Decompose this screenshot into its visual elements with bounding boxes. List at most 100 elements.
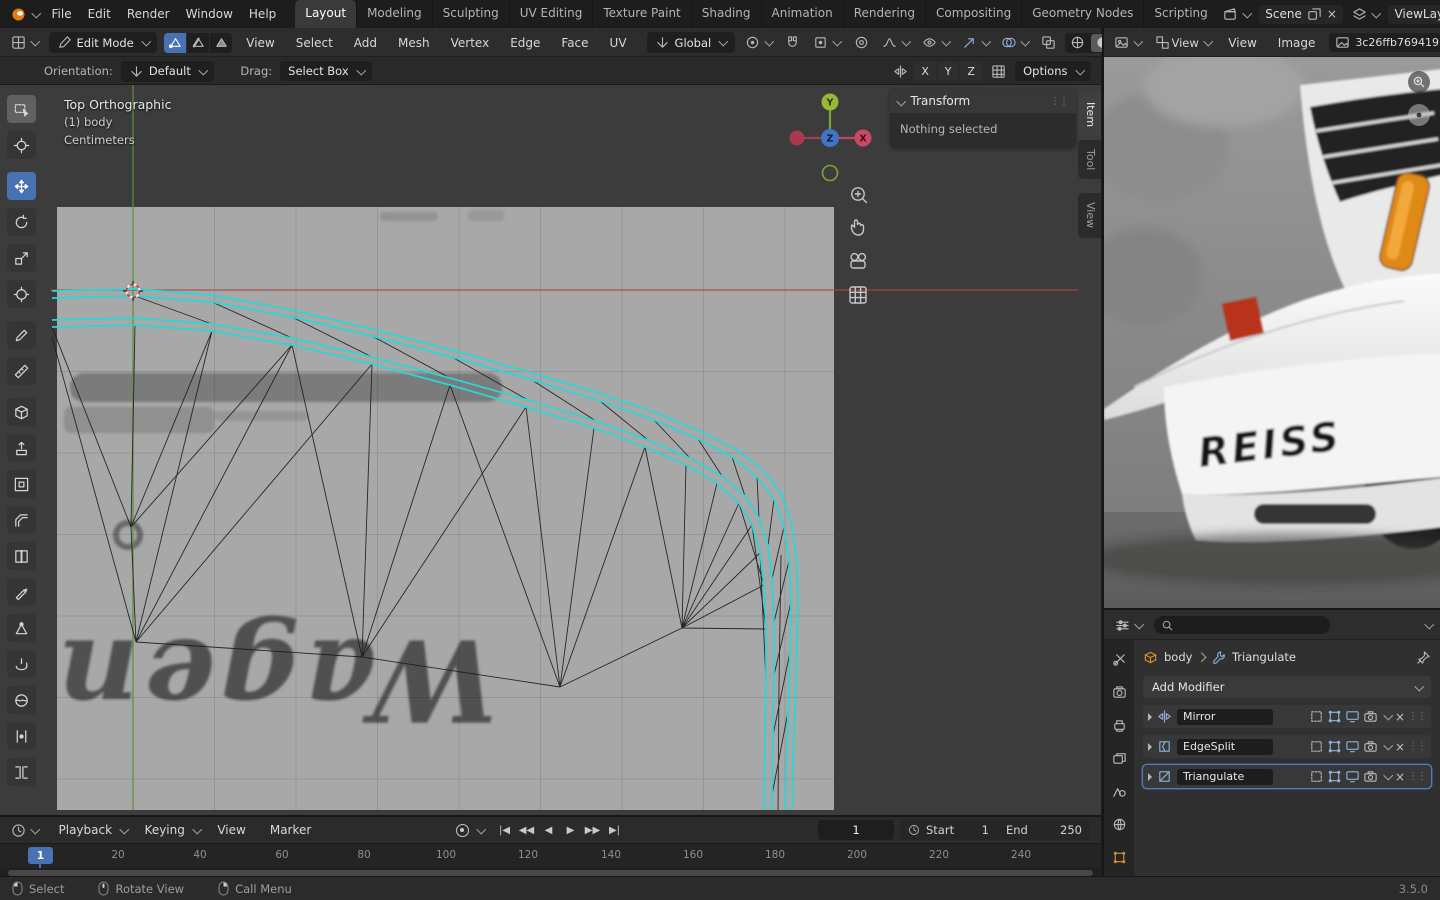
- add-modifier-dropdown[interactable]: Add Modifier: [1143, 676, 1431, 698]
- workspace-tab-layout[interactable]: Layout: [295, 0, 357, 28]
- tool-spin[interactable]: [7, 650, 36, 678]
- blender-menu-button[interactable]: [6, 3, 43, 25]
- proportional-falloff-dropdown[interactable]: [879, 33, 913, 52]
- auto-keying-toggle[interactable]: [452, 820, 472, 840]
- on-cage-toggle-icon[interactable]: [1309, 769, 1324, 784]
- on-cage-toggle-icon[interactable]: [1309, 739, 1324, 754]
- tool-inset-faces[interactable]: [7, 470, 36, 498]
- face-select-button[interactable]: [210, 32, 233, 53]
- gizmo-axis-neg-y[interactable]: [821, 164, 839, 182]
- tab-view-layer[interactable]: [1104, 747, 1134, 769]
- vp-menu-view[interactable]: View: [239, 33, 281, 53]
- modifier-row-edgesplit[interactable]: EdgeSplit × ⋮⋮: [1143, 735, 1431, 758]
- properties-search-input[interactable]: [1153, 616, 1330, 634]
- editor-type-3d-viewport[interactable]: [8, 33, 42, 52]
- proportional-edit-toggle[interactable]: [851, 33, 872, 52]
- edit-mode-toggle-icon[interactable]: [1327, 709, 1342, 724]
- gizmo-axis-neg-x[interactable]: [789, 130, 805, 146]
- workspace-tab-animation[interactable]: Animation: [760, 0, 843, 28]
- modifier-row-triangulate[interactable]: Triangulate × ⋮⋮: [1143, 765, 1431, 788]
- drag-mode-dropdown[interactable]: Select Box: [280, 61, 373, 81]
- playhead-badge[interactable]: 1: [28, 847, 53, 864]
- tool-bevel[interactable]: [7, 506, 36, 534]
- timeline-menu-marker[interactable]: Marker: [263, 820, 318, 840]
- transform-orientation-dropdown[interactable]: Global: [646, 32, 735, 53]
- snap-toggle[interactable]: [782, 33, 803, 52]
- current-frame-field[interactable]: 1: [818, 820, 894, 840]
- expand-arrow-icon[interactable]: [1148, 772, 1152, 781]
- sidebar-tab-tool[interactable]: Tool: [1078, 140, 1101, 180]
- prev-keyframe-button[interactable]: ◀◀: [517, 820, 537, 840]
- jump-to-end-button[interactable]: ▶|: [605, 820, 625, 840]
- realtime-toggle-icon[interactable]: [1345, 709, 1360, 724]
- expand-arrow-icon[interactable]: [1148, 712, 1152, 721]
- tool-knife[interactable]: [7, 578, 36, 606]
- timeline-ruler[interactable]: 20 40 60 80 100 120 140 160 180 200 220 …: [0, 843, 1101, 868]
- workspace-tab-sculpting[interactable]: Sculpting: [431, 0, 509, 28]
- pivot-point-dropdown[interactable]: [742, 33, 776, 52]
- play-button[interactable]: ▶: [561, 820, 581, 840]
- realtime-toggle-icon[interactable]: [1345, 769, 1360, 784]
- tab-tool[interactable]: [1104, 648, 1134, 670]
- editor-type-properties[interactable]: [1112, 616, 1146, 635]
- menu-edit[interactable]: Edit: [81, 4, 118, 24]
- tool-orientation-dropdown[interactable]: Default: [120, 60, 215, 82]
- expand-arrow-icon[interactable]: [1148, 742, 1152, 751]
- workspace-tab-rendering[interactable]: Rendering: [842, 0, 925, 28]
- vertex-select-button[interactable]: [164, 32, 187, 53]
- filter-dropdown-icon[interactable]: [1424, 619, 1434, 629]
- shading-wireframe-button[interactable]: [1066, 34, 1090, 52]
- timeline-scrollbar[interactable]: [8, 869, 1093, 876]
- delete-modifier-icon[interactable]: ×: [1395, 741, 1405, 753]
- tool-loop-cut[interactable]: [7, 542, 36, 570]
- timeline-menu-keying[interactable]: Keying: [138, 820, 192, 840]
- tool-measure[interactable]: [7, 357, 36, 385]
- workspace-tab-texture-paint[interactable]: Texture Paint: [592, 0, 690, 28]
- sidebar-tab-item[interactable]: Item: [1078, 93, 1101, 137]
- modifier-row-mirror[interactable]: Mirror × ⋮⋮: [1143, 705, 1431, 728]
- snap-base-button[interactable]: [988, 62, 1009, 81]
- tool-edge-slide[interactable]: [7, 722, 36, 750]
- breadcrumb-object[interactable]: body: [1164, 650, 1192, 664]
- tool-extrude-region[interactable]: [7, 434, 36, 462]
- tool-rotate[interactable]: [7, 208, 36, 236]
- show-gizmo-dropdown[interactable]: [959, 33, 993, 52]
- modifier-name-field[interactable]: Mirror: [1177, 708, 1273, 725]
- tool-move[interactable]: [7, 172, 36, 200]
- overlays-dropdown[interactable]: [998, 33, 1032, 52]
- editor-type-image[interactable]: [1111, 33, 1145, 52]
- viewport-canvas[interactable]: Wagen Y X Z: [0, 85, 1101, 815]
- vp-menu-uv[interactable]: UV: [603, 33, 634, 53]
- vp-menu-mesh[interactable]: Mesh: [391, 33, 437, 53]
- edit-mode-toggle-icon[interactable]: [1327, 739, 1342, 754]
- workspace-tab-compositing[interactable]: Compositing: [924, 0, 1021, 28]
- mirror-y-button[interactable]: Y: [937, 61, 960, 81]
- close-icon[interactable]: ×: [1327, 8, 1337, 20]
- image-menu-image[interactable]: Image: [1271, 33, 1323, 53]
- transform-panel-header[interactable]: Transform ⋮⋮: [890, 89, 1076, 113]
- tool-select-box[interactable]: [7, 95, 36, 123]
- drag-handle-icon[interactable]: ⋮⋮: [1408, 771, 1427, 782]
- workspace-tab-uv-editing[interactable]: UV Editing: [508, 0, 593, 28]
- realtime-toggle-icon[interactable]: [1345, 739, 1360, 754]
- tab-scene[interactable]: [1104, 780, 1134, 802]
- timeline-menu-view[interactable]: View: [210, 820, 252, 840]
- menu-window[interactable]: Window: [179, 4, 240, 24]
- vp-menu-edge[interactable]: Edge: [503, 33, 547, 53]
- snap-settings-dropdown[interactable]: [810, 33, 844, 52]
- workspace-tab-modeling[interactable]: Modeling: [356, 0, 432, 28]
- tab-world[interactable]: [1104, 813, 1134, 835]
- workspace-tab-scripting[interactable]: Scripting: [1143, 0, 1217, 28]
- image-editor-canvas[interactable]: REISS: [1102, 57, 1440, 608]
- display-channels-dropdown[interactable]: View: [1152, 33, 1215, 52]
- xray-toggle[interactable]: [1038, 33, 1059, 52]
- mirror-x-button[interactable]: X: [914, 61, 937, 81]
- render-toggle-icon[interactable]: [1363, 769, 1378, 784]
- tool-smooth[interactable]: [7, 686, 36, 714]
- image-zoom-button[interactable]: [1408, 71, 1430, 93]
- menu-file[interactable]: File: [45, 4, 79, 24]
- vp-menu-select[interactable]: Select: [289, 33, 340, 53]
- extras-dropdown-icon[interactable]: [1384, 770, 1394, 781]
- visibility-dropdown[interactable]: [919, 33, 953, 52]
- image-overlay-button[interactable]: [1408, 104, 1430, 126]
